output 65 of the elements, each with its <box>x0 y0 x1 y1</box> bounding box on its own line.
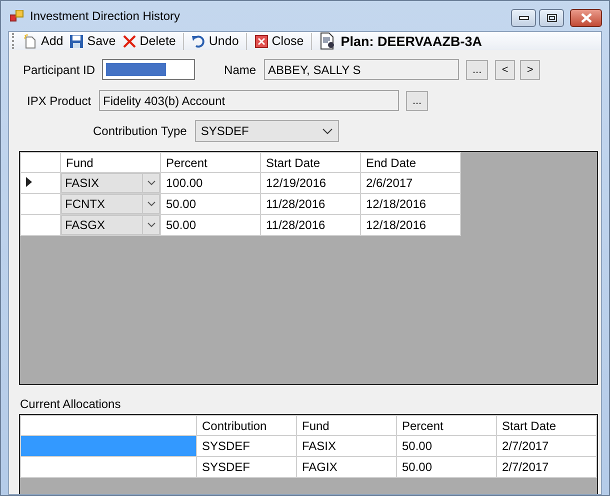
table-cell: FAGIX <box>296 456 396 478</box>
plan-label: Plan: DEERVAAZB-3A <box>340 34 482 48</box>
table-cell: 12/19/2016 <box>260 172 360 194</box>
chevron-down-icon <box>146 180 156 186</box>
chevron-down-icon <box>146 222 156 228</box>
table-cell: 2/7/2017 <box>496 436 596 456</box>
field-label: Name <box>224 62 256 76</box>
table-cell: 11/28/2016 <box>260 194 360 214</box>
undo-button[interactable]: Undo <box>188 34 241 48</box>
table-cell: 50.00 <box>160 194 260 214</box>
column-header[interactable]: Fund <box>60 152 160 172</box>
close-icon <box>580 13 592 23</box>
add-button[interactable]: Add <box>21 34 66 48</box>
new-document-icon <box>23 34 38 48</box>
table-cell: 50.00 <box>396 456 496 478</box>
table-cell: 12/18/2016 <box>360 194 460 214</box>
column-header[interactable]: Percent <box>396 416 496 436</box>
chevron-down-icon <box>146 201 156 207</box>
table-cell: 2/6/2017 <box>360 172 460 194</box>
field-label: IPX Product <box>27 94 92 108</box>
table-cell: FASIX <box>296 436 396 456</box>
ipx-product-field[interactable]: Fidelity 403(b) Account <box>99 90 400 111</box>
column-header[interactable]: Contribution <box>196 416 296 436</box>
table-cell: 50.00 <box>396 436 496 456</box>
delete-button[interactable]: Delete <box>120 34 178 48</box>
save-button[interactable]: Save <box>67 34 118 48</box>
table-cell: SYSDEF <box>196 456 296 478</box>
fund-dropdown[interactable]: FCNTX <box>61 194 160 214</box>
field-label: Contribution Type <box>93 124 187 138</box>
column-header[interactable]: Start Date <box>260 152 360 172</box>
app-icon <box>10 10 24 22</box>
section-label: Current Allocations <box>20 397 122 411</box>
maximize-button[interactable] <box>539 9 564 27</box>
window-title: Investment Direction History <box>30 9 180 23</box>
column-header[interactable]: End Date <box>360 152 460 172</box>
contribution-type-dropdown[interactable]: SYSDEF <box>194 120 339 142</box>
table-cell: 12/18/2016 <box>360 214 460 236</box>
minimize-button[interactable] <box>511 9 536 27</box>
toolbar-grip <box>12 33 16 49</box>
restore-icon <box>546 14 556 22</box>
column-header[interactable]: Percent <box>160 152 260 172</box>
browse-button[interactable]: ... <box>406 90 428 110</box>
close-icon <box>254 34 269 48</box>
table-cell: 11/28/2016 <box>260 214 360 236</box>
chevron-down-icon <box>322 128 333 134</box>
table-cell: 2/7/2017 <box>496 456 596 478</box>
document-icon <box>318 32 337 50</box>
table-cell: SYSDEF <box>196 436 296 456</box>
next-button[interactable]: > <box>520 60 540 80</box>
column-header[interactable]: Start Date <box>496 416 596 436</box>
close-button[interactable]: Close <box>252 34 306 48</box>
fund-dropdown[interactable]: FASGX <box>61 215 160 235</box>
name-field[interactable]: ABBEY, SALLY S <box>264 59 460 80</box>
cross-icon <box>122 34 137 48</box>
column-header[interactable]: Fund <box>296 416 396 436</box>
participant-id-field[interactable] <box>102 59 196 80</box>
field-label: Participant ID <box>23 62 96 76</box>
table-cell: 100.00 <box>160 172 260 194</box>
close-button[interactable] <box>570 9 602 27</box>
minimize-icon <box>518 16 528 20</box>
browse-button[interactable]: ... <box>466 60 488 80</box>
previous-button[interactable]: < <box>495 60 516 80</box>
table-cell: 50.00 <box>160 214 260 236</box>
undo-icon <box>190 34 206 48</box>
fund-dropdown[interactable]: FASIX <box>61 173 160 193</box>
